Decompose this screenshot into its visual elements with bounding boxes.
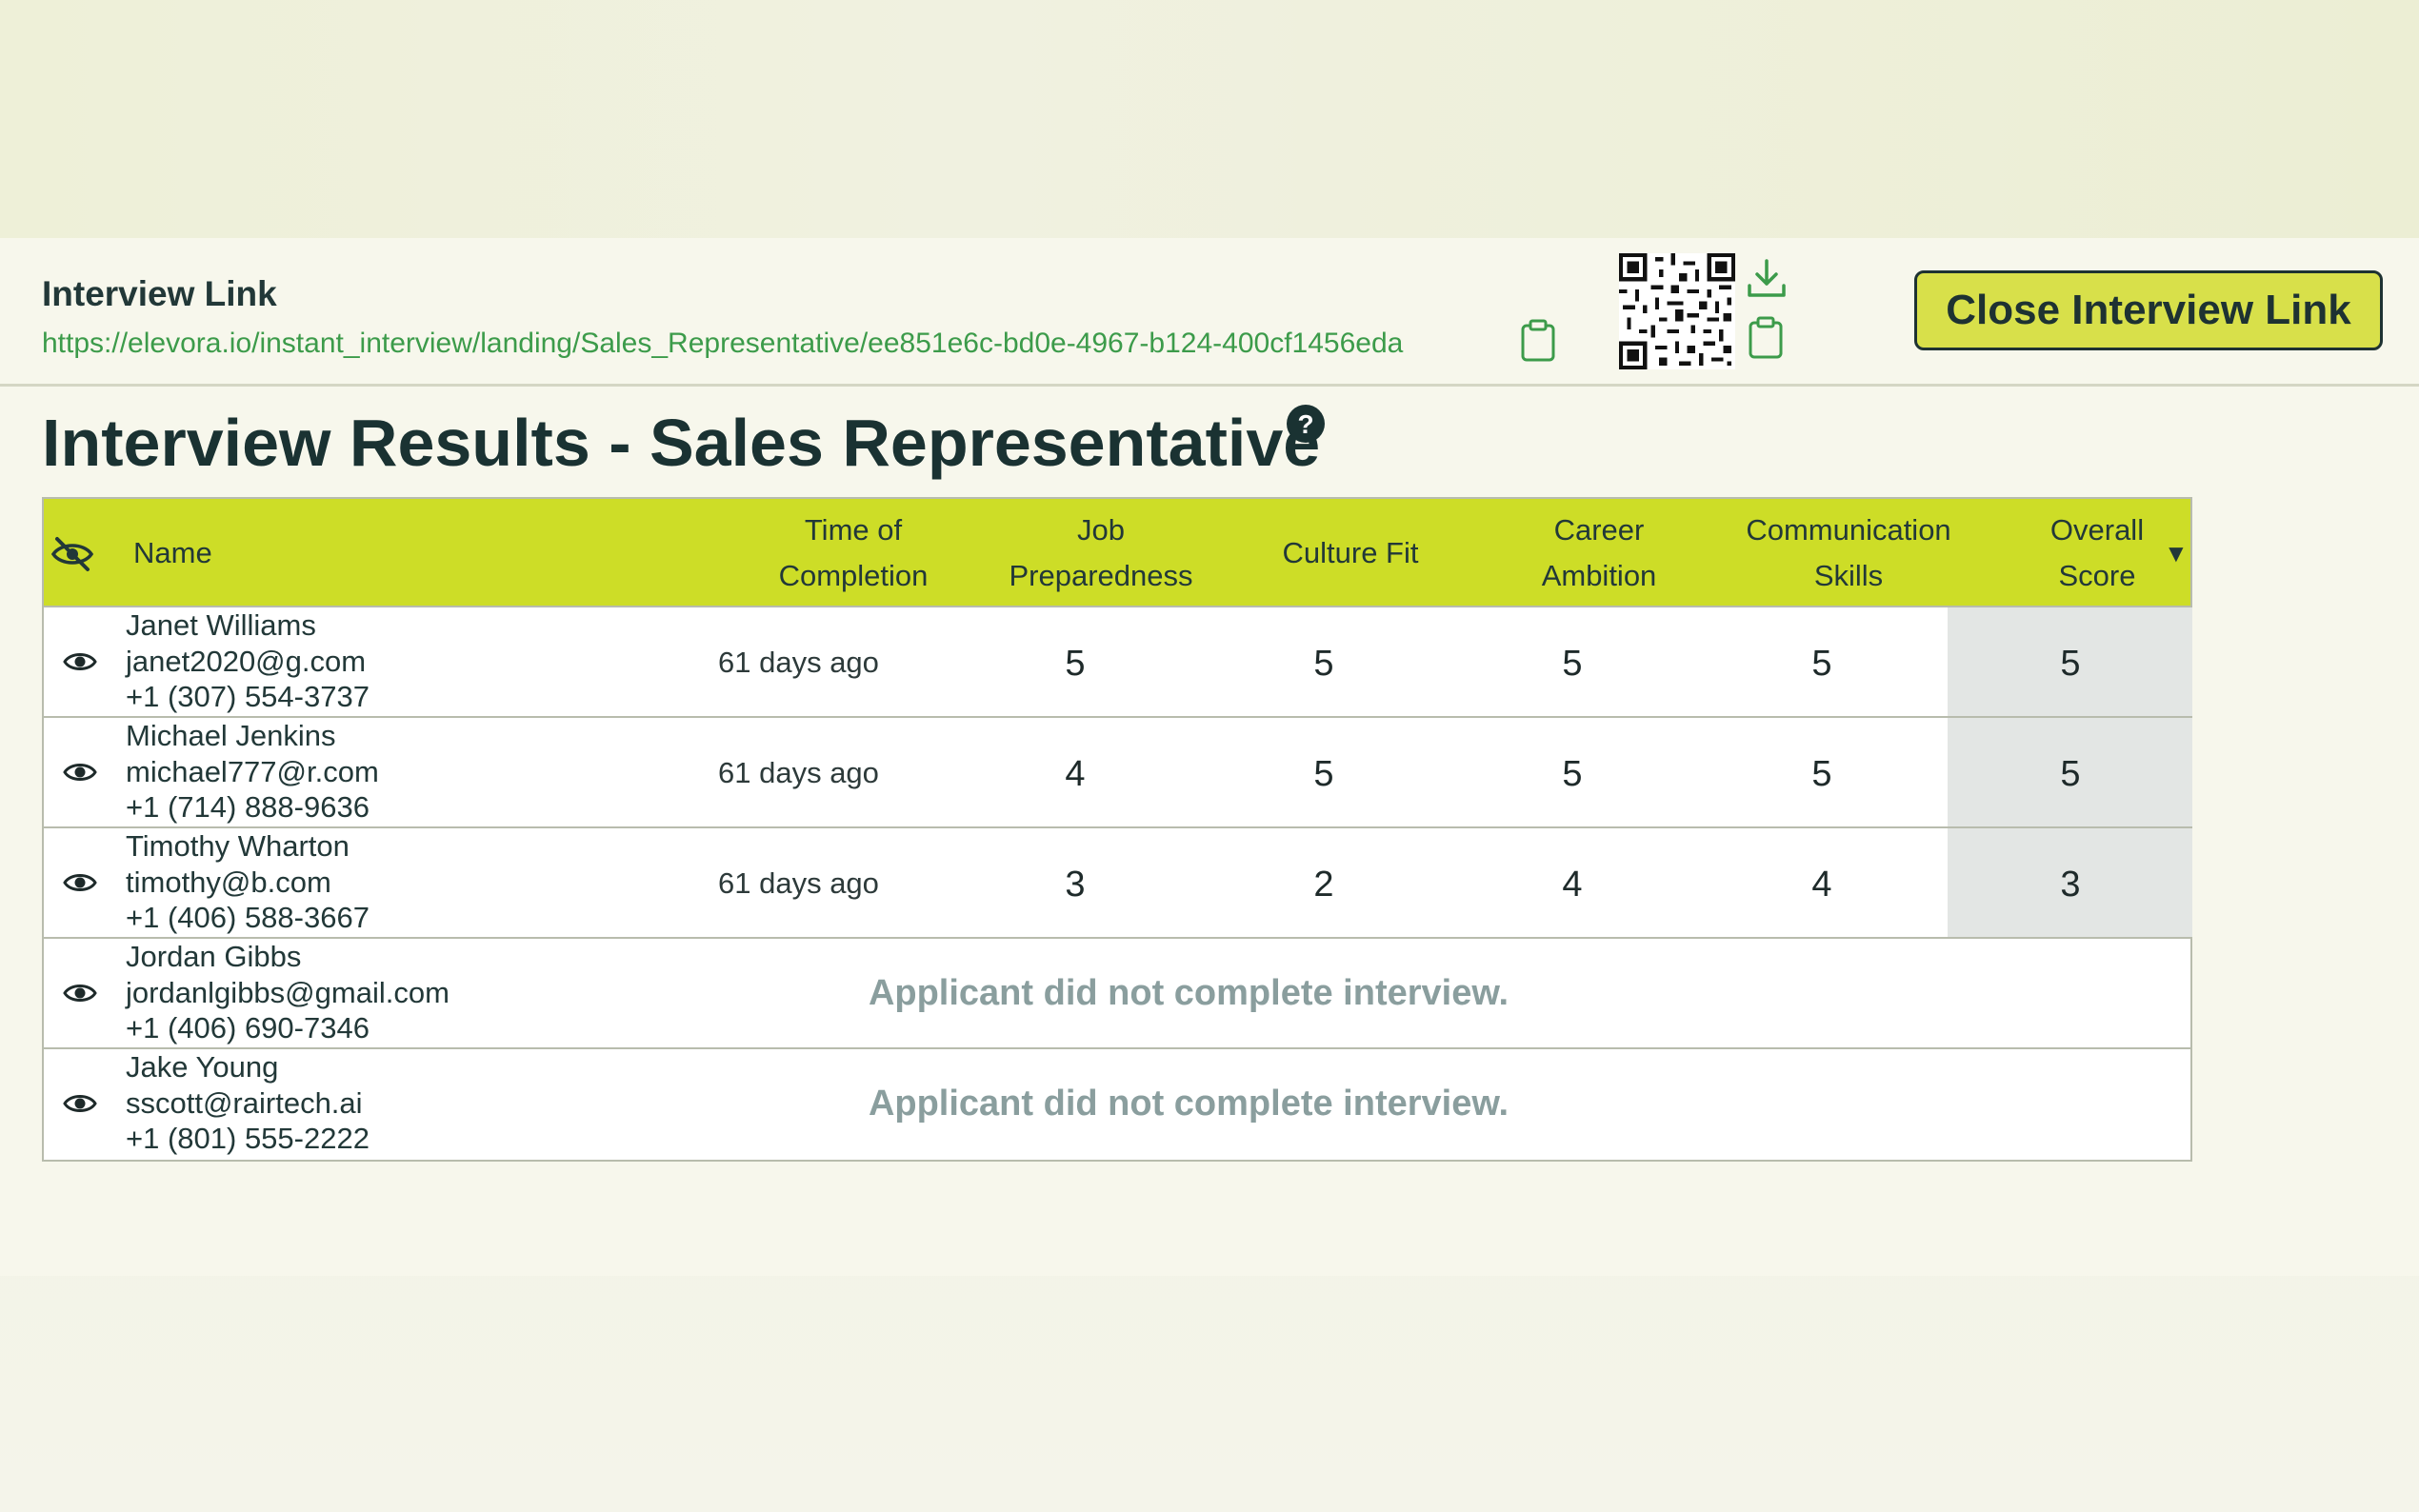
culture-fit-score: 5 [1313,644,1334,684]
overall-score: 5 [2060,754,2081,794]
applicant-name: Jordan Gibbs [126,940,302,973]
incomplete-status: Applicant did not complete interview. [868,973,1509,1013]
applicant-phone: +1 (406) 690-7346 [126,1011,370,1044]
communication-score: 5 [1811,754,1832,794]
table-row[interactable]: Janet Williams janet2020@g.com +1 (307) … [44,607,2192,718]
incomplete-status: Applicant did not complete interview. [868,1084,1509,1124]
applicant-contact: Janet Williams janet2020@g.com +1 (307) … [126,607,370,715]
eye-icon[interactable] [63,760,97,785]
applicant-contact: Michael Jenkins michael777@r.com +1 (714… [126,718,379,826]
applicant-email: timothy@b.com [126,865,331,899]
table-row[interactable]: Michael Jenkins michael777@r.com +1 (714… [44,718,2192,828]
applicant-name: Timothy Wharton [126,829,350,863]
sort-down-icon[interactable]: ▼ [2164,530,2189,576]
qr-code[interactable] [1619,253,1735,369]
career-ambition-score: 5 [1562,754,1583,794]
applicant-email: michael777@r.com [126,754,379,788]
communication-score: 5 [1811,644,1832,684]
eye-slash-icon[interactable] [50,535,95,573]
applicant-name: Michael Jenkins [126,719,336,752]
overall-score: 5 [2060,644,2081,684]
background-top [0,0,2419,238]
completion-time: 61 days ago [718,756,879,789]
eye-icon[interactable] [63,649,97,674]
completion-time: 61 days ago [718,866,879,900]
job-preparedness-score: 4 [1065,754,1086,794]
results-panel: Interview Link https://elevora.io/instan… [0,238,2419,1276]
page-title: Interview Results - Sales Representative [42,406,1321,480]
interview-link-url[interactable]: https://elevora.io/instant_interview/lan… [42,328,1403,360]
culture-fit-score: 5 [1313,754,1334,794]
applicant-name: Jake Young [126,1050,279,1084]
svg-text:?: ? [1297,409,1313,439]
applicant-phone: +1 (307) 554-3737 [126,680,370,713]
table-row[interactable]: Jake Young sscott@rairtech.ai +1 (801) 5… [44,1049,2190,1160]
header-name[interactable]: Name [133,530,212,576]
clipboard-icon[interactable] [1519,319,1557,363]
applicant-email: janet2020@g.com [126,644,367,678]
career-ambition-score: 5 [1562,644,1583,684]
applicant-phone: +1 (714) 888-9636 [126,790,370,824]
job-preparedness-score: 5 [1065,644,1086,684]
close-interview-link-button[interactable]: Close Interview Link [1914,270,2383,350]
completion-time: 61 days ago [718,646,879,679]
table-header: Name Time of Completion Job Preparedness C… [44,499,2190,607]
culture-fit-score: 2 [1313,865,1334,905]
communication-score: 4 [1811,865,1832,905]
interview-link-bar: Interview Link https://elevora.io/instan… [0,238,2419,387]
clipboard-icon[interactable] [1747,316,1785,360]
job-preparedness-score: 3 [1065,865,1086,905]
header-overall-score[interactable]: Overall Score [1945,507,2249,599]
applicant-name: Janet Williams [126,608,316,642]
career-ambition-score: 4 [1562,865,1583,905]
interview-link-title: Interview Link [42,274,277,313]
eye-icon[interactable] [63,870,97,895]
applicant-phone: +1 (801) 555-2222 [126,1122,370,1155]
download-icon[interactable] [1745,257,1789,301]
table-row[interactable]: Timothy Wharton timothy@b.com +1 (406) 5… [44,828,2192,939]
results-table: Name Time of Completion Job Preparedness C… [42,497,2192,1162]
applicant-contact: Timothy Wharton timothy@b.com +1 (406) 5… [126,828,370,936]
table-row[interactable]: Jordan Gibbs jordanlgibbs@gmail.com +1 (… [44,939,2190,1049]
overall-score: 3 [2060,865,2081,905]
applicant-phone: +1 (406) 588-3667 [126,901,370,934]
help-icon[interactable]: ? [1286,404,1326,444]
